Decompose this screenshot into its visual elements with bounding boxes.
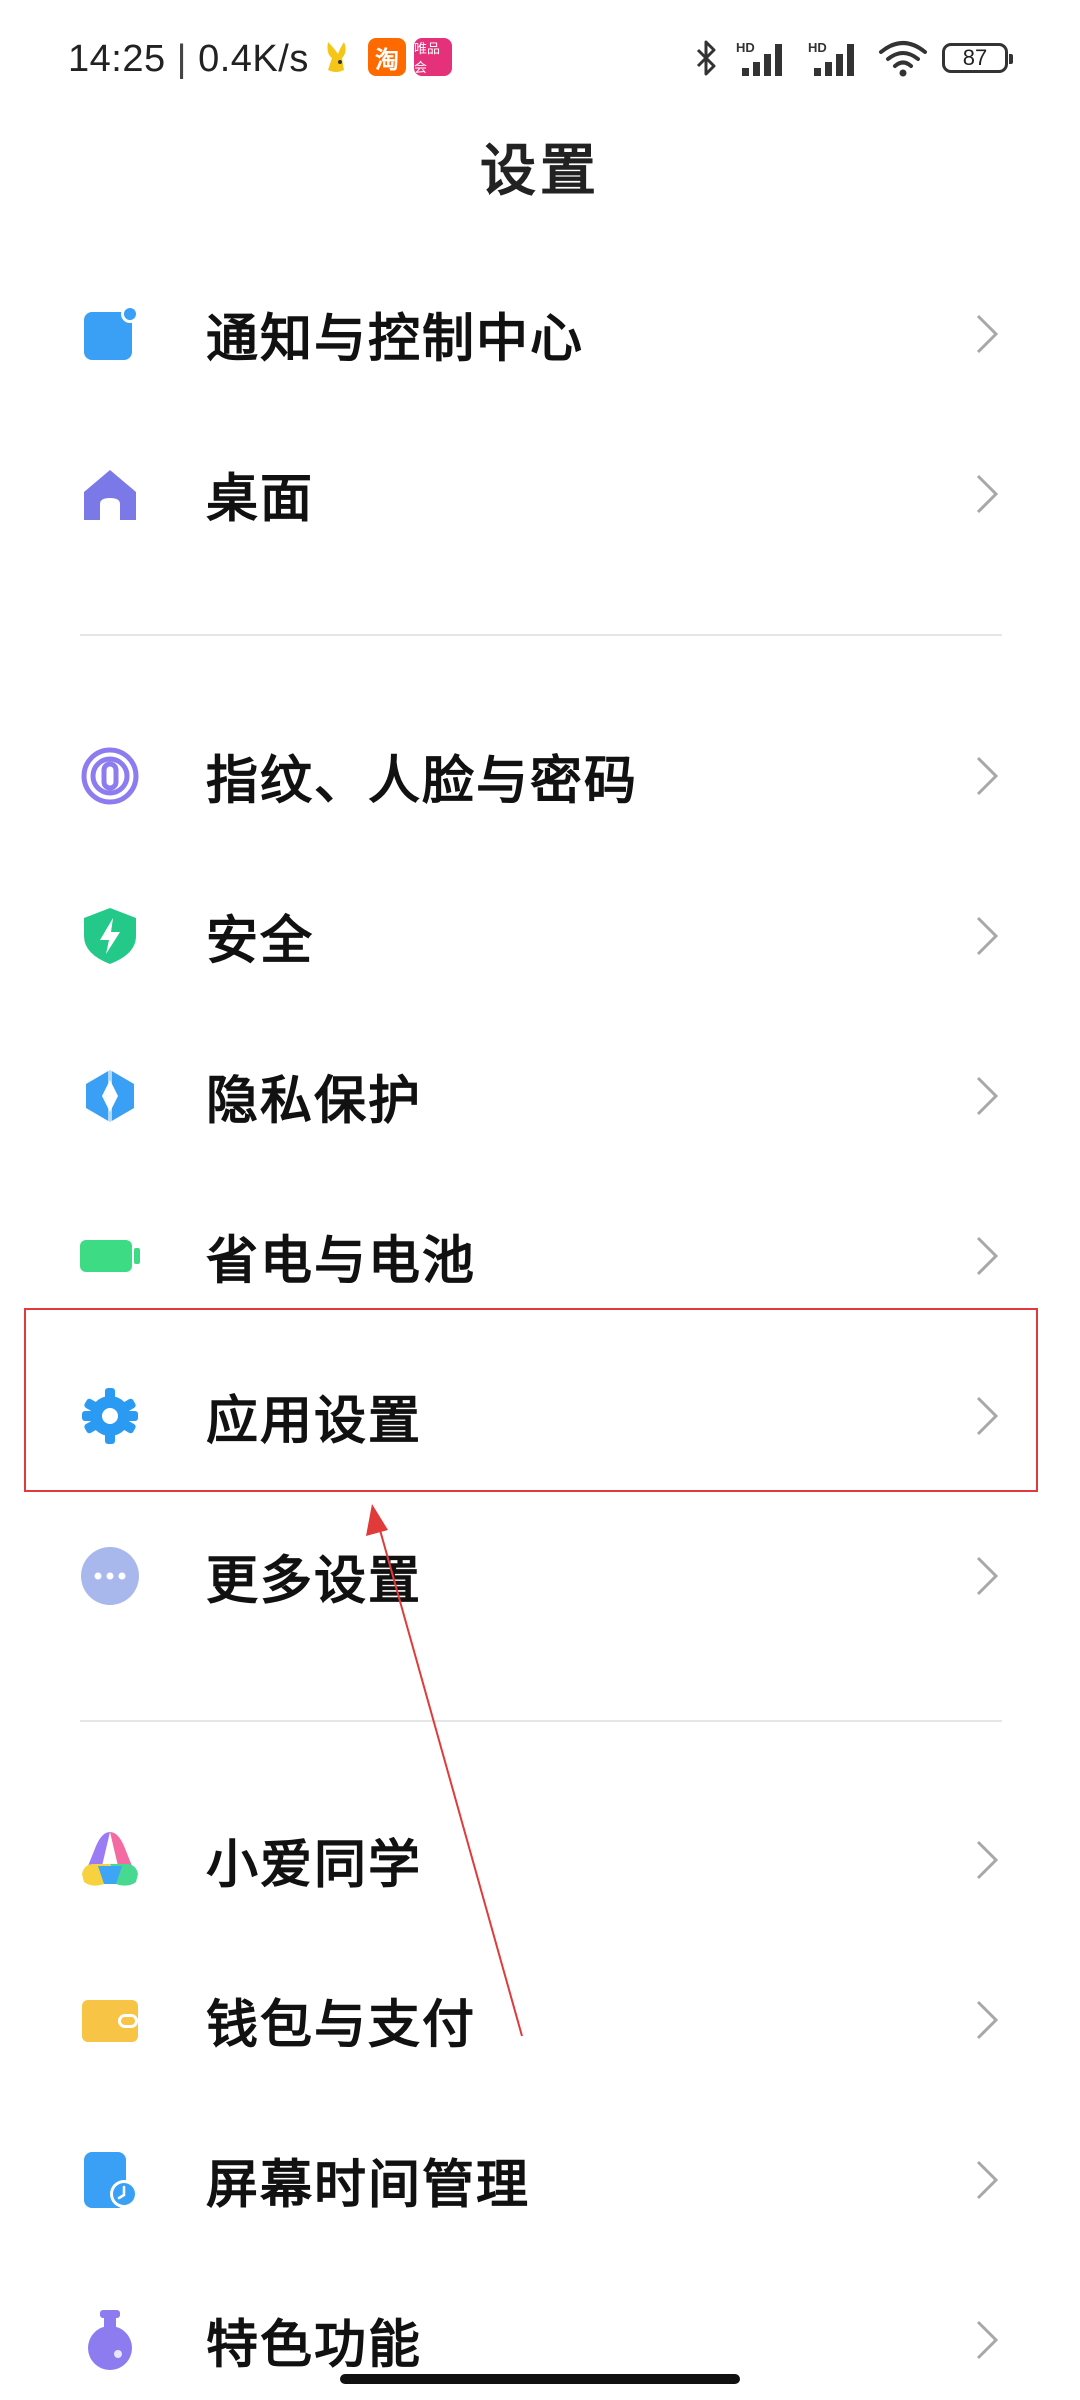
chevron-right-icon xyxy=(976,474,999,514)
item-label: 隐私保护 xyxy=(206,1071,423,1132)
item-label: 更多设置 xyxy=(206,1551,423,1612)
item-label: 钱包与支付 xyxy=(206,1995,477,2056)
vipshop-logo-text: 唯品会 xyxy=(414,42,441,76)
wifi-icon xyxy=(879,41,927,77)
net-speed: 0.4K/s xyxy=(198,38,309,80)
item-label: 屏幕时间管理 xyxy=(206,2155,531,2216)
settings-item-privacy[interactable]: 隐私保护 xyxy=(0,1016,1080,1176)
section-divider xyxy=(80,1720,1002,1722)
item-label: 省电与电池 xyxy=(206,1231,477,1292)
cell-signal-icon-1: HD xyxy=(736,40,782,76)
settings-item-xiaoai[interactable]: 小爱同学 xyxy=(0,1780,1080,1940)
chevron-right-icon xyxy=(976,314,999,354)
chevron-right-icon xyxy=(976,1076,999,1116)
page-title: 设置 xyxy=(480,139,600,204)
chevron-right-icon xyxy=(976,1556,999,1596)
wallet-icon xyxy=(82,2000,138,2042)
screen-time-icon xyxy=(84,2152,138,2208)
chevron-right-icon xyxy=(976,2000,999,2040)
settings-item-wallet[interactable]: 钱包与支付 xyxy=(0,1940,1080,2100)
clock: 14:25 xyxy=(68,38,166,80)
xiaoai-icon xyxy=(82,1832,138,1886)
settings-item-home-screen[interactable]: 桌面 xyxy=(0,414,1080,574)
vipshop-icon: 唯品会 xyxy=(414,38,452,76)
home-indicator[interactable] xyxy=(340,2374,740,2384)
highlight-box xyxy=(24,1308,1038,1492)
settings-item-security[interactable]: 安全 xyxy=(0,856,1080,1016)
more-icon xyxy=(81,1547,139,1605)
settings-item-screen-time[interactable]: 屏幕时间管理 xyxy=(0,2100,1080,2260)
bluetooth-icon xyxy=(696,40,716,76)
item-label: 通知与控制中心 xyxy=(206,309,585,370)
notification-icon xyxy=(84,305,139,360)
taobao-icon: 淘 xyxy=(368,38,406,76)
item-label: 指纹、人脸与密码 xyxy=(206,751,639,812)
status-time: 14:25 | 0.4K/s xyxy=(68,38,309,81)
privacy-icon xyxy=(86,1070,134,1122)
battery-indicator: 87 xyxy=(942,43,1013,73)
status-icons: HD HD 87 xyxy=(692,36,1013,80)
battery-icon xyxy=(80,1240,140,1272)
signal-tag-2: HD xyxy=(808,40,827,55)
item-label: 小爱同学 xyxy=(206,1835,423,1896)
cell-signal-icon-2: HD xyxy=(808,40,854,76)
fingerprint-icon xyxy=(81,747,139,805)
status-bar: 14:25 | 0.4K/s 淘 唯品会 HD HD 87 xyxy=(0,0,1080,118)
home-icon xyxy=(84,470,136,520)
item-label: 特色功能 xyxy=(206,2315,423,2376)
section-divider xyxy=(80,634,1002,636)
chevron-right-icon xyxy=(976,2160,999,2200)
settings-screen: 14:25 | 0.4K/s 淘 唯品会 HD HD 87 设置 通知与控制中心… xyxy=(0,0,1080,2400)
chevron-right-icon xyxy=(976,916,999,956)
chevron-right-icon xyxy=(976,1840,999,1880)
item-label: 桌面 xyxy=(206,469,315,530)
status-separator: | xyxy=(176,38,188,80)
shield-icon xyxy=(84,908,136,964)
chevron-right-icon xyxy=(976,756,999,796)
potion-icon xyxy=(88,2310,132,2370)
chevron-right-icon xyxy=(976,2320,999,2360)
rabbit-app-icon xyxy=(327,42,346,72)
settings-item-more-settings[interactable]: 更多设置 xyxy=(0,1496,1080,1656)
chevron-right-icon xyxy=(976,1236,999,1276)
settings-item-fingerprint-face-password[interactable]: 指纹、人脸与密码 xyxy=(0,696,1080,856)
battery-level: 87 xyxy=(962,45,988,70)
taobao-glyph: 淘 xyxy=(375,45,399,74)
signal-tag-1: HD xyxy=(736,40,755,55)
item-label: 安全 xyxy=(206,911,315,972)
settings-item-notification-control-center[interactable]: 通知与控制中心 xyxy=(0,254,1080,414)
